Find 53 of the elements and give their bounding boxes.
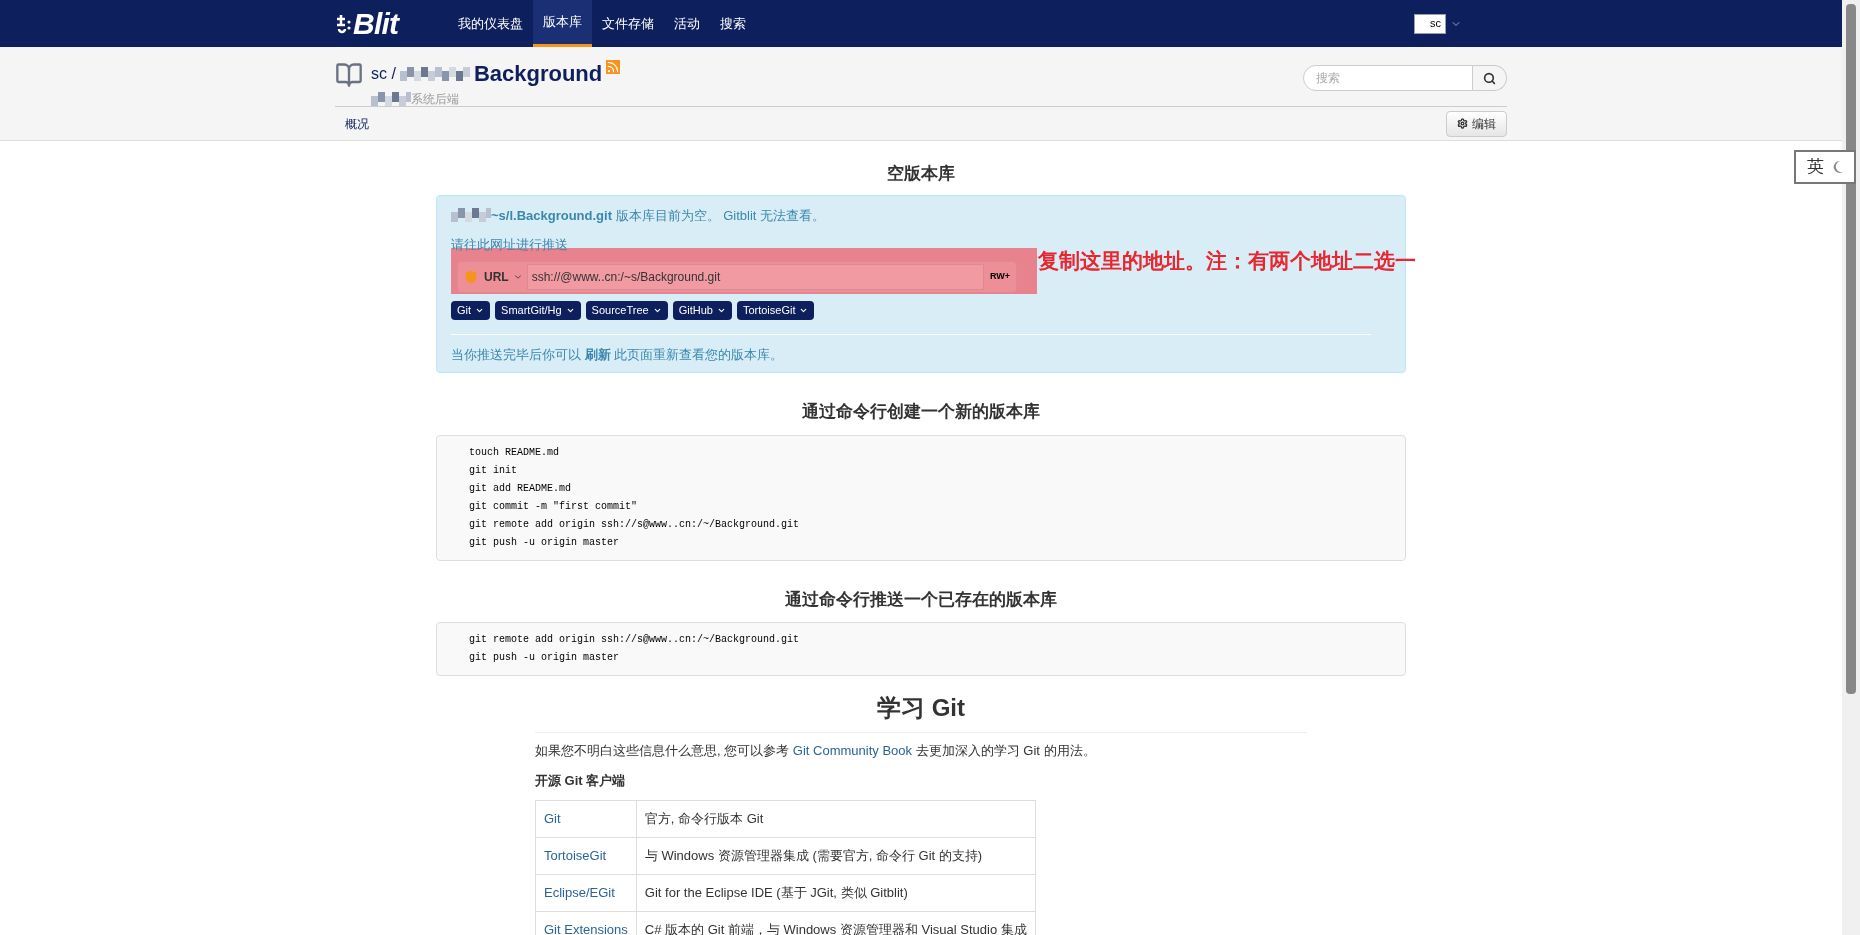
client-link[interactable]: Git Extensions: [535, 911, 637, 935]
nav-link[interactable]: 文件存储: [592, 0, 665, 47]
repo-description: 系统后端: [411, 91, 459, 108]
logo[interactable]: Blit: [353, 1, 399, 46]
access-label: RW+: [988, 269, 1011, 283]
client-dropdown-button[interactable]: SmartGit/Hg: [495, 300, 581, 320]
after-push-text: 当你推送完毕后你可以 刷新 此页面重新查看您的版本库。: [451, 345, 785, 364]
user-avatar[interactable]: sc: [1414, 13, 1446, 34]
redaction-mosaic: [451, 208, 491, 223]
logo-mark-icon[interactable]: [335, 12, 351, 35]
edit-button[interactable]: 编辑: [1446, 110, 1507, 137]
community-book-link[interactable]: Git Community Book: [792, 743, 913, 758]
overview-tab[interactable]: 概况: [335, 114, 379, 133]
redaction-mosaic: [399, 66, 470, 81]
rss-icon[interactable]: [606, 60, 621, 74]
input-mode-label: 英: [1806, 156, 1824, 179]
repo-name[interactable]: Background: [473, 57, 603, 90]
shield-icon: [464, 269, 478, 284]
table-cell: Git for the Eclipse IDE (基于 JGit, 类似 Gitblit): [636, 874, 1036, 912]
client-dropdown-button[interactable]: GitHub: [672, 300, 732, 320]
section-title: 空版本库: [887, 163, 955, 185]
table-cell: 与 Windows 资源管理器集成 (需要官方, 命令行 Git 的支持): [636, 837, 1036, 875]
table-cell: 官方, 命令行版本 Git: [636, 800, 1036, 838]
url-field[interactable]: ssh://@www..cn:/~s/Background.git: [526, 263, 984, 290]
search-button[interactable]: [1473, 65, 1507, 91]
search-icon: [1483, 71, 1496, 85]
client-dropdown-button[interactable]: TortoiseGit: [736, 300, 815, 320]
client-dropdown-button[interactable]: Git: [451, 300, 491, 320]
client-link[interactable]: Eclipse/EGit: [535, 874, 637, 912]
annotation-text: 复制这里的地址。注：有两个地址二选一: [1038, 247, 1416, 274]
empty-notice: ~s/l.Background.git 版本库目前为空。 Gitblit 无法查看。: [451, 205, 1391, 225]
nav-link[interactable]: 版本库: [533, 0, 593, 47]
client-link[interactable]: Git: [535, 800, 637, 838]
settings-icon: [1457, 118, 1468, 129]
scrollbar-thumb[interactable]: [1846, 4, 1856, 694]
learn-title: 学习 Git: [535, 690, 1307, 733]
clients-heading: 开源 Git 客户端: [535, 771, 627, 790]
code-block: touch README.md git init git add README.md git commit -m "first commit" git remote add origin ssh://s@www..cn:/~/Background.git git push -u origin master: [436, 434, 1406, 561]
code-block: git remote add origin ssh://s@www..cn:/~/Background.git git push -u origin master: [436, 622, 1406, 676]
protocol-select[interactable]: URL: [484, 267, 527, 286]
nav-link[interactable]: 搜索: [710, 0, 757, 47]
section-title: 通过命令行创建一个新的版本库: [802, 401, 1040, 423]
search-field[interactable]: 搜索: [1303, 65, 1473, 91]
client-dropdown-button[interactable]: SourceTree: [585, 300, 668, 320]
repo-owner[interactable]: sc /: [371, 61, 396, 86]
client-link[interactable]: TortoiseGit: [535, 837, 637, 875]
intro-text: 如果您不明白这些信息什么意思, 您可以参考 Git Community Book 去更加深入的学习 Git 的用法。: [535, 742, 1097, 760]
nav-link[interactable]: 我的仪表盘: [448, 0, 534, 47]
section-title: 通过命令行推送一个已存在的版本库: [785, 588, 1057, 611]
moon-icon: [1831, 160, 1844, 174]
ime-indicator[interactable]: 英: [1794, 150, 1856, 184]
book-icon: [335, 61, 363, 89]
nav-link[interactable]: 活动: [664, 0, 711, 47]
